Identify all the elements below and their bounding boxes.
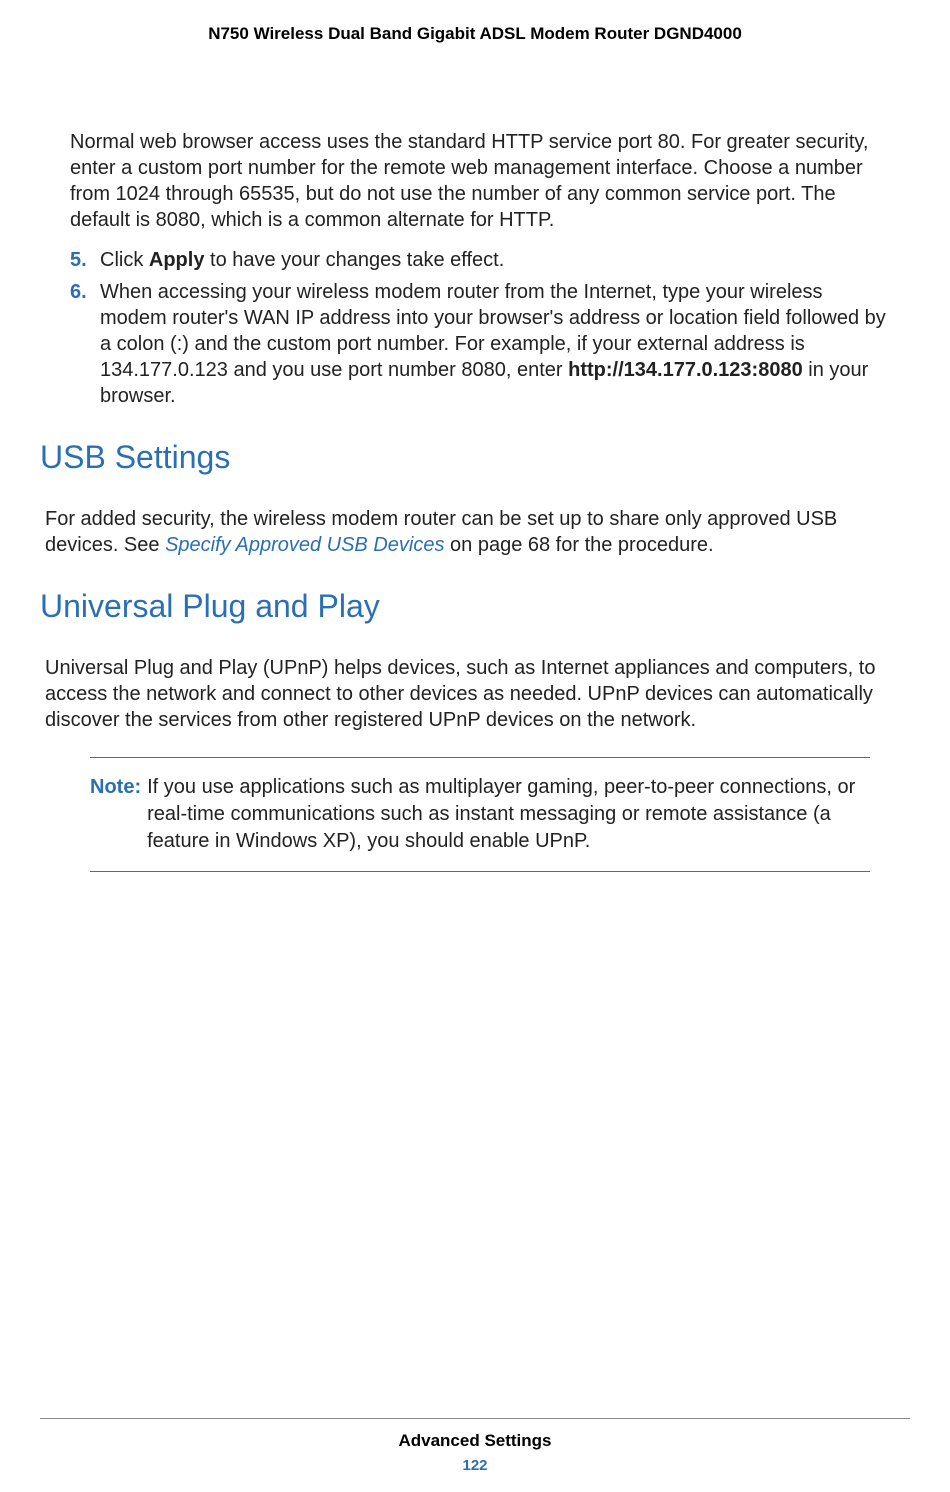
page-content: Normal web browser access uses the stand… — [0, 129, 950, 872]
text-prefix: Click — [100, 249, 149, 271]
bold-url: http://134.177.0.123:8080 — [568, 359, 803, 381]
list-item-6: 6. When accessing your wireless modem ro… — [70, 279, 890, 409]
list-item-5: 5. Click Apply to have your changes take… — [70, 247, 890, 273]
footer-page-number: 122 — [40, 1457, 910, 1474]
upnp-heading: Universal Plug and Play — [40, 588, 890, 625]
upnp-paragraph: Universal Plug and Play (UPnP) helps dev… — [45, 655, 890, 733]
page-footer: Advanced Settings 122 — [40, 1418, 910, 1474]
numbered-list: 5. Click Apply to have your changes take… — [70, 247, 890, 409]
footer-section: Advanced Settings — [40, 1431, 910, 1451]
usb-para-suffix: on page 68 for the procedure. — [444, 534, 713, 556]
page-header: N750 Wireless Dual Band Gigabit ADSL Mod… — [0, 0, 950, 44]
bold-apply: Apply — [149, 249, 205, 271]
intro-paragraph: Normal web browser access uses the stand… — [70, 129, 890, 233]
specify-approved-usb-link[interactable]: Specify Approved USB Devices — [165, 534, 444, 556]
page-header-title: N750 Wireless Dual Band Gigabit ADSL Mod… — [208, 24, 742, 43]
text-suffix: to have your changes take effect. — [204, 249, 504, 271]
note-box: Note: If you use applications such as mu… — [90, 757, 870, 872]
list-number: 6. — [70, 279, 100, 409]
list-body: When accessing your wireless modem route… — [100, 279, 890, 409]
note-label: Note: — [90, 774, 141, 855]
usb-paragraph: For added security, the wireless modem r… — [45, 506, 890, 558]
list-body: Click Apply to have your changes take ef… — [100, 247, 890, 273]
list-number: 5. — [70, 247, 100, 273]
usb-settings-heading: USB Settings — [40, 439, 890, 476]
note-text: If you use applications such as multipla… — [147, 774, 870, 855]
